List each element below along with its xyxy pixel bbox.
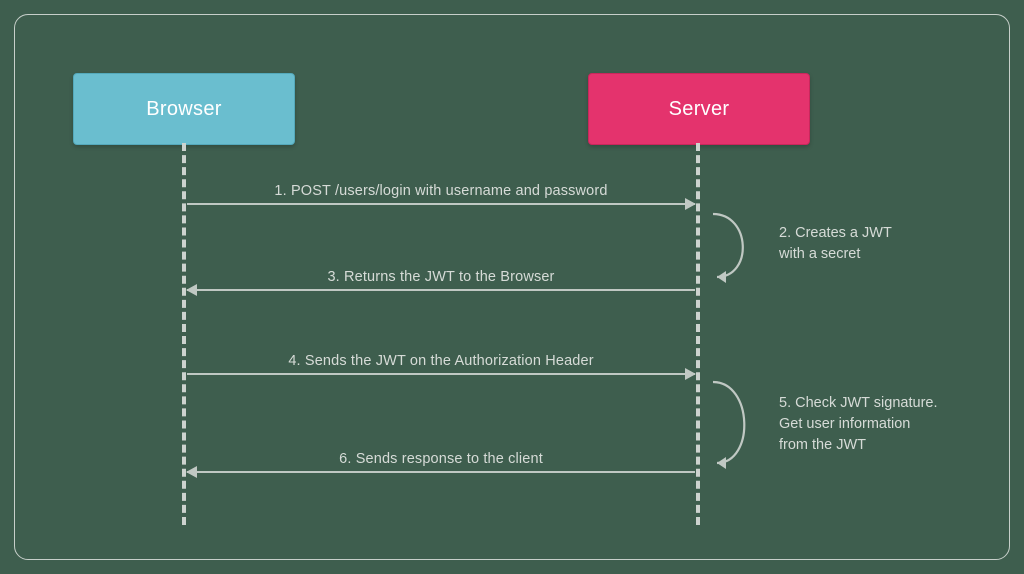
diagram-frame: Browser Server 1. POST /users/login with… [14, 14, 1010, 560]
message-2-label: 2. Creates a JWT with a secret [779, 223, 989, 265]
participant-browser-label: Browser [146, 98, 221, 121]
message-1-line [187, 203, 695, 205]
message-6: 6. Sends response to the client [187, 451, 695, 473]
message-1: 1. POST /users/login with username and p… [187, 183, 695, 205]
message-3: 3. Returns the JWT to the Browser [187, 269, 695, 291]
arrow-right-icon [685, 198, 696, 210]
message-3-line [187, 289, 695, 291]
message-4: 4. Sends the JWT on the Authorization He… [187, 353, 695, 375]
arrow-left-icon [186, 466, 197, 478]
self-call-arc-icon [709, 211, 769, 283]
participant-server-label: Server [669, 98, 730, 121]
message-4-line [187, 373, 695, 375]
message-6-label: 6. Sends response to the client [187, 451, 695, 467]
participant-server: Server [588, 73, 810, 145]
participant-browser: Browser [73, 73, 295, 145]
message-6-line [187, 471, 695, 473]
message-3-label: 3. Returns the JWT to the Browser [187, 269, 695, 285]
arrow-left-icon [186, 284, 197, 296]
message-1-label: 1. POST /users/login with username and p… [187, 183, 695, 199]
arrow-right-icon [685, 368, 696, 380]
message-5-label: 5. Check JWT signature. Get user informa… [779, 393, 989, 456]
self-call-arc-icon [709, 379, 769, 469]
lifeline-server [696, 143, 700, 525]
message-4-label: 4. Sends the JWT on the Authorization He… [187, 353, 695, 369]
